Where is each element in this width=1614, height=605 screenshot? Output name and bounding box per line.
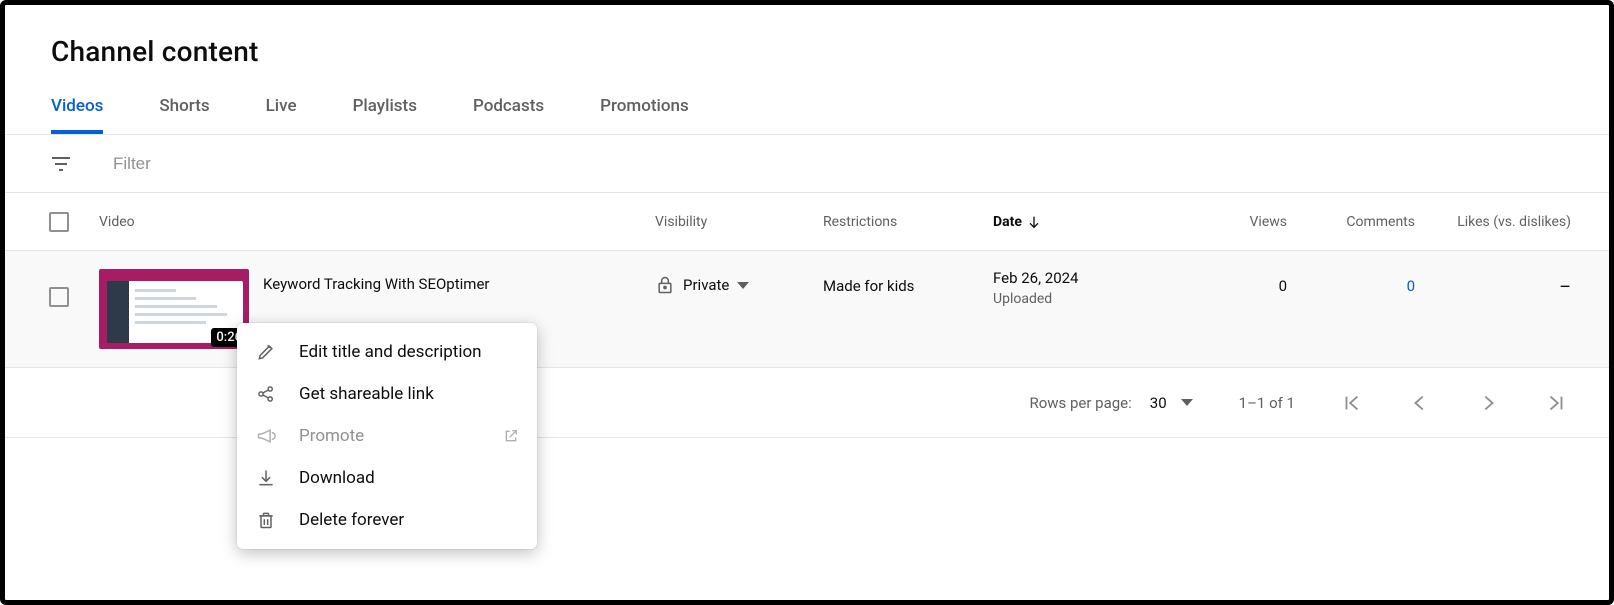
- menu-item-label: Delete forever: [299, 510, 404, 530]
- megaphone-icon: [255, 425, 277, 447]
- comments-value[interactable]: 0: [1287, 269, 1415, 295]
- rows-per-page-select[interactable]: 30: [1150, 394, 1193, 412]
- column-video[interactable]: Video: [99, 214, 655, 230]
- column-restrictions[interactable]: Restrictions: [823, 214, 993, 230]
- menu-item-label: Promote: [299, 426, 364, 446]
- chevron-down-icon: [1181, 399, 1193, 406]
- context-menu: Edit title and description Get shareable…: [237, 323, 537, 549]
- filter-icon[interactable]: [49, 152, 73, 176]
- views-value: 0: [1159, 269, 1287, 295]
- select-all-checkbox[interactable]: [49, 212, 69, 232]
- menu-item-label: Get shareable link: [299, 384, 434, 404]
- sort-desc-icon: [1026, 214, 1042, 230]
- tab-videos[interactable]: Videos: [51, 96, 103, 134]
- tab-live[interactable]: Live: [266, 96, 297, 134]
- date-value: Feb 26, 2024: [993, 269, 1079, 287]
- trash-icon: [255, 509, 277, 531]
- menu-promote: Promote: [237, 415, 537, 457]
- row-checkbox[interactable]: [49, 287, 69, 307]
- tab-playlists[interactable]: Playlists: [353, 96, 417, 134]
- chevron-down-icon: [737, 282, 749, 289]
- video-thumbnail[interactable]: 0:26: [99, 269, 249, 349]
- share-icon: [255, 383, 277, 405]
- filter-input[interactable]: [111, 153, 411, 175]
- column-views[interactable]: Views: [1159, 214, 1287, 230]
- column-comments[interactable]: Comments: [1287, 214, 1415, 230]
- menu-item-label: Download: [299, 468, 375, 488]
- rows-per-page-value: 30: [1150, 394, 1167, 412]
- restrictions-value: Made for kids: [823, 269, 993, 295]
- column-likes[interactable]: Likes (vs. dislikes): [1415, 214, 1571, 230]
- column-date[interactable]: Date: [993, 214, 1159, 230]
- pencil-icon: [255, 341, 277, 363]
- column-visibility[interactable]: Visibility: [655, 214, 823, 230]
- tab-promotions[interactable]: Promotions: [600, 96, 689, 134]
- menu-item-label: Edit title and description: [299, 342, 482, 362]
- column-date-label: Date: [993, 214, 1022, 230]
- rows-per-page-label: Rows per page:: [1029, 394, 1131, 412]
- likes-value: –: [1415, 269, 1571, 298]
- visibility-value: Private: [683, 276, 729, 294]
- page-title: Channel content: [51, 35, 1609, 68]
- tab-podcasts[interactable]: Podcasts: [473, 96, 544, 134]
- prev-page-button[interactable]: [1409, 392, 1431, 414]
- next-page-button[interactable]: [1477, 392, 1499, 414]
- first-page-button[interactable]: [1341, 392, 1363, 414]
- tabs: Videos Shorts Live Playlists Podcasts Pr…: [5, 96, 1609, 135]
- menu-get-link[interactable]: Get shareable link: [237, 373, 537, 415]
- tab-shorts[interactable]: Shorts: [159, 96, 209, 134]
- external-link-icon: [503, 428, 519, 444]
- table-header: Video Visibility Restrictions Date Views…: [5, 193, 1609, 251]
- visibility-dropdown[interactable]: Private: [683, 276, 749, 294]
- date-status: Uploaded: [993, 291, 1079, 307]
- lock-icon: [655, 275, 675, 295]
- menu-delete[interactable]: Delete forever: [237, 499, 537, 541]
- last-page-button[interactable]: [1545, 392, 1567, 414]
- download-icon: [255, 467, 277, 489]
- menu-edit-title[interactable]: Edit title and description: [237, 331, 537, 373]
- menu-download[interactable]: Download: [237, 457, 537, 499]
- page-range: 1–1 of 1: [1239, 394, 1295, 412]
